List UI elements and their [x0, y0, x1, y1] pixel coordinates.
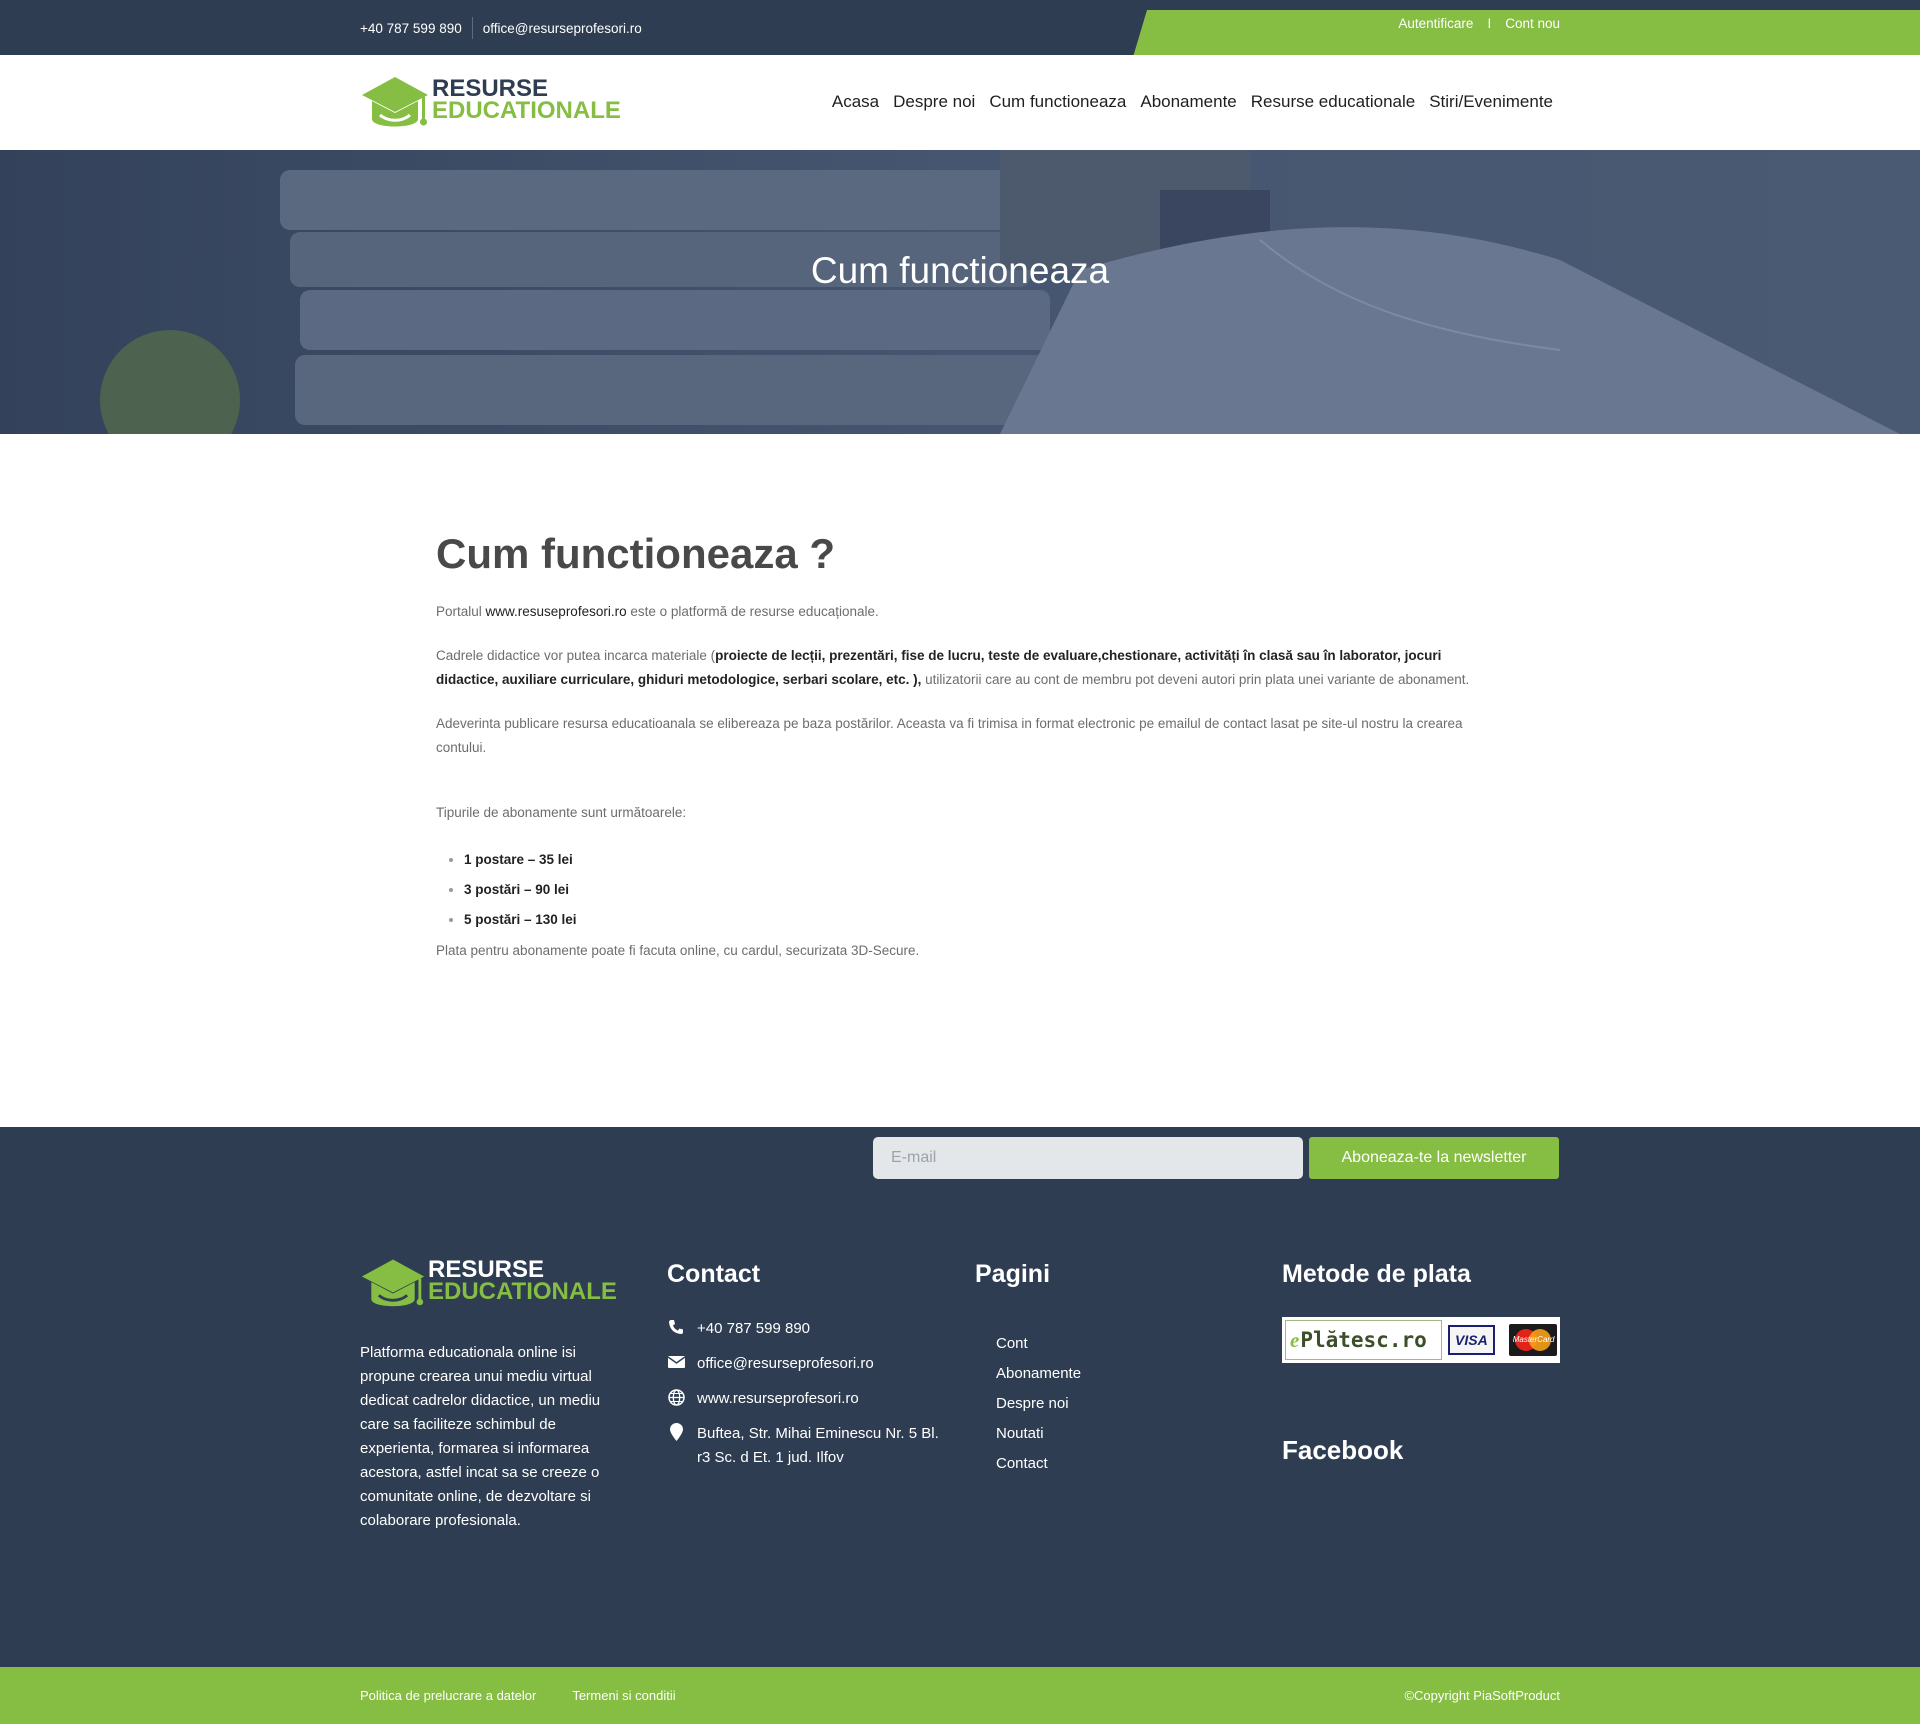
footer-phone-row[interactable]: +40 787 599 890 — [667, 1317, 947, 1341]
top-divider — [471, 17, 473, 39]
footer-contact-title: Contact — [667, 1260, 761, 1288]
phone-icon — [667, 1317, 685, 1337]
footer-link-noutati[interactable]: Noutati — [996, 1419, 1215, 1449]
legal-links: Politica de prelucrare a datelor Termeni… — [360, 1688, 676, 1703]
footer-email: office@resurseprofesori.ro — [697, 1355, 874, 1372]
top-bar: +40 787 599 890 office@resurseprofesori.… — [0, 0, 1920, 57]
footer-address: Buftea, Str. Mihai Eminescu Nr. 5 Bl. r3… — [697, 1425, 939, 1466]
terms-link[interactable]: Termeni si conditii — [572, 1688, 675, 1703]
footer-payment-title: Metode de plata — [1282, 1260, 1471, 1288]
mastercard-text: MasterCard — [1512, 1335, 1555, 1344]
globe-icon — [667, 1387, 685, 1407]
list-item: 1 postare – 35 lei — [464, 845, 1496, 875]
materials-text-after: utilizatorii care au cont de membru pot … — [921, 672, 1470, 687]
login-link[interactable]: Autentificare — [1398, 16, 1473, 31]
top-email-link[interactable]: office@resurseprofesori.ro — [483, 21, 642, 36]
main-nav: Acasa Despre noi Cum functioneaza Abonam… — [832, 92, 1553, 112]
visa-logo: VISA — [1448, 1325, 1495, 1355]
map-pin-icon — [667, 1422, 685, 1442]
footer-address-row: Buftea, Str. Mihai Eminescu Nr. 5 Bl. r3… — [667, 1422, 947, 1470]
nav-item-resurse-educationale[interactable]: Resurse educationale — [1251, 92, 1415, 112]
footer-phone: +40 787 599 890 — [697, 1320, 811, 1337]
books-background-image — [0, 150, 1920, 434]
payment-paragraph: Plata pentru abonamente poate fi facuta … — [436, 943, 920, 958]
footer-email-row[interactable]: office@resurseprofesori.ro — [667, 1352, 947, 1376]
list-item: 3 postări – 90 lei — [464, 875, 1496, 905]
page-heading: Cum functioneaza ? — [436, 530, 836, 577]
footer-logo-text: RESURSE EDUCATIONALE — [428, 1258, 617, 1305]
graduation-cap-icon — [361, 1259, 425, 1307]
top-phone-link[interactable]: +40 787 599 890 — [360, 21, 462, 36]
plans-list: 1 postare – 35 lei 3 postări – 90 lei 5 … — [464, 845, 1496, 935]
intro-text-before: Portalul — [436, 604, 486, 619]
materials-paragraph: Cadrele didactice vor putea incarca mate… — [436, 644, 1496, 692]
footer-link-abonamente[interactable]: Abonamente — [996, 1359, 1215, 1389]
nav-item-abonamente[interactable]: Abonamente — [1140, 92, 1236, 112]
mastercard-logo: MasterCard — [1508, 1324, 1557, 1356]
footer-pages: Pagini Cont Abonamente Despre noi Noutat… — [975, 1260, 1215, 1479]
intro-paragraph: Portalul www.resuseprofesori.ro este o p… — [436, 600, 1496, 624]
footer-pages-list: Cont Abonamente Despre noi Noutati Conta… — [996, 1329, 1215, 1479]
footer-link-cont[interactable]: Cont — [996, 1329, 1215, 1359]
eplatesc-logo: e Plătesc.ro — [1285, 1320, 1443, 1360]
footer-about: RESURSE EDUCATIONALE Platforma education… — [360, 1257, 632, 1533]
footer-contact: Contact +40 787 599 890 office@resursepr… — [667, 1260, 947, 1470]
hero-banner: Cum functioneaza — [0, 150, 1920, 434]
newsletter-subscribe-button[interactable]: Aboneaza-te la newsletter — [1309, 1137, 1559, 1179]
account-separator: I — [1487, 16, 1492, 31]
graduation-cap-icon — [362, 77, 428, 127]
footer-link-despre-noi[interactable]: Despre noi — [996, 1389, 1215, 1419]
nav-item-stiri-evenimente[interactable]: Stiri/Evenimente — [1429, 92, 1553, 112]
payment-logos: e Plătesc.ro VISA MasterCard — [1282, 1317, 1560, 1363]
materials-text-before: Cadrele didactice vor putea incarca mate… — [436, 648, 716, 663]
logo-text: RESURSE EDUCATIONALE — [432, 77, 621, 124]
certificate-paragraph: Adeverinta publicare resursa educatioana… — [436, 716, 1463, 755]
privacy-policy-link[interactable]: Politica de prelucrare a datelor — [360, 1688, 536, 1703]
footer-logo[interactable]: RESURSE EDUCATIONALE — [360, 1257, 620, 1313]
account-links: Autentificare I Cont nou — [1398, 16, 1560, 31]
footer-logo-line-2: EDUCATIONALE — [428, 1278, 617, 1305]
eplatesc-e: e — [1290, 1327, 1300, 1352]
site-footer: E-mail Aboneaza-te la newsletter RESURSE… — [0, 1127, 1920, 1667]
list-item: 5 postări – 130 lei — [464, 905, 1496, 935]
newsletter-email-input[interactable]: E-mail — [873, 1137, 1303, 1179]
footer-website: www.resurseprofesori.ro — [697, 1390, 859, 1407]
plans-intro: Tipurile de abonamente sunt următoarele: — [436, 805, 687, 820]
register-link[interactable]: Cont nou — [1505, 16, 1560, 31]
footer-facebook-title: Facebook — [1282, 1435, 1404, 1465]
portal-link[interactable]: www.resuseprofesori.ro — [486, 604, 627, 619]
footer-pages-title: Pagini — [975, 1260, 1051, 1288]
bottom-bar: Politica de prelucrare a datelor Termeni… — [0, 1667, 1920, 1724]
intro-text-after: este o platformă de resurse educaționale… — [626, 604, 879, 619]
site-header: RESURSE EDUCATIONALE Acasa Despre noi Cu… — [0, 55, 1920, 150]
copyright: ©Copyright PiaSoftProduct — [1404, 1688, 1560, 1703]
nav-item-cum-functioneaza[interactable]: Cum functioneaza — [989, 92, 1126, 112]
hero-title: Cum functioneaza — [810, 250, 1110, 291]
site-logo[interactable]: RESURSE EDUCATIONALE — [360, 75, 630, 133]
nav-item-despre-noi[interactable]: Despre noi — [893, 92, 975, 112]
footer-link-contact[interactable]: Contact — [996, 1449, 1215, 1479]
logo-line-2: EDUCATIONALE — [432, 97, 621, 124]
footer-web-row[interactable]: www.resurseprofesori.ro — [667, 1387, 947, 1411]
nav-item-acasa[interactable]: Acasa — [832, 92, 879, 112]
envelope-icon — [667, 1352, 685, 1372]
top-contact: +40 787 599 890 office@resurseprofesori.… — [360, 17, 642, 39]
footer-about-text: Platforma educationala online isi propun… — [360, 1344, 601, 1529]
eplatesc-text: Plătesc.ro — [1300, 1328, 1427, 1352]
main-content: Cum functioneaza ? Portalul www.resusepr… — [436, 530, 1496, 963]
footer-payment: Metode de plata e Plătesc.ro VISA MasterC… — [1282, 1260, 1562, 1363]
